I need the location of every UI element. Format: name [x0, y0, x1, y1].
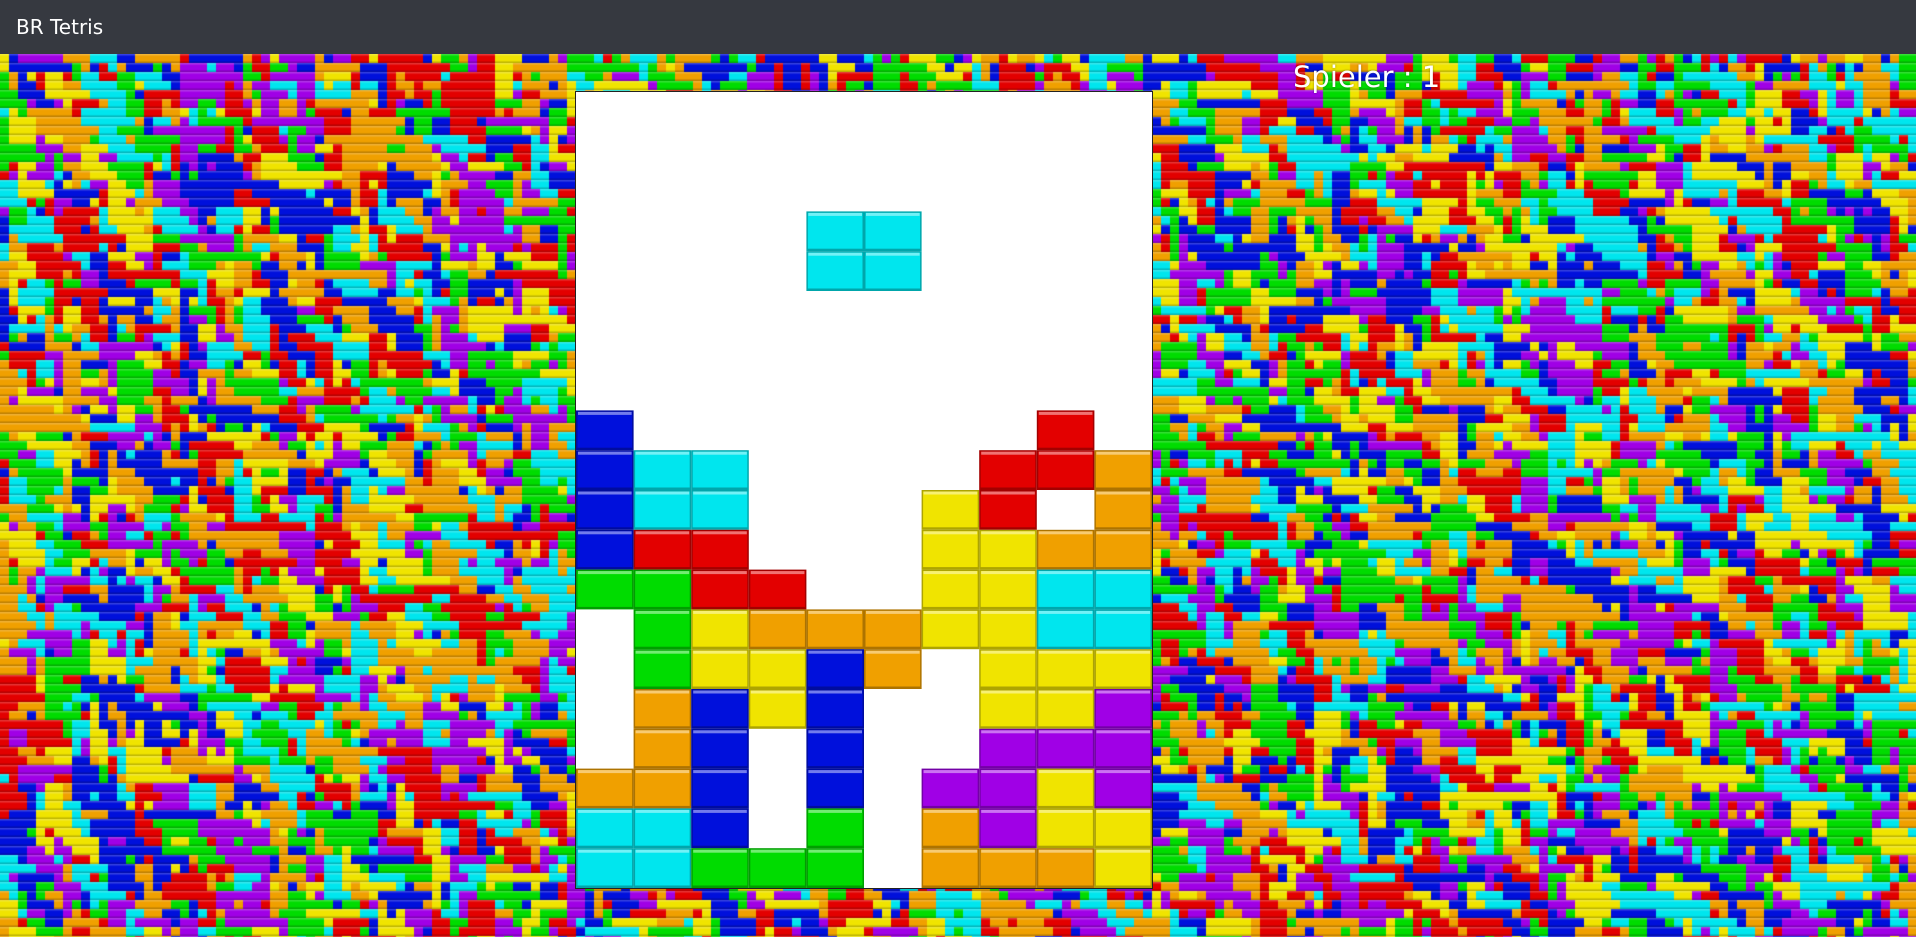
stack-block [806, 609, 864, 650]
stack-block [633, 490, 692, 530]
stack-block [691, 848, 749, 888]
stack-block [576, 490, 634, 530]
stack-block [864, 609, 922, 650]
stack-block [1094, 808, 1152, 849]
stack-block [806, 768, 864, 809]
stack-block [806, 848, 864, 888]
stack-block [1094, 450, 1152, 490]
stack-block [1036, 808, 1095, 849]
stack-block [1036, 609, 1095, 650]
stack-block [1036, 689, 1095, 729]
stack-block [979, 450, 1037, 490]
game-window: BR Tetris Spieler : 1 [0, 0, 1916, 937]
stack-block [979, 609, 1037, 650]
stack-block [1094, 490, 1152, 530]
stack-block [921, 490, 980, 530]
stack-block [633, 689, 692, 729]
stack-block [1036, 450, 1095, 490]
stack-block [921, 768, 980, 809]
stack-block [1036, 410, 1095, 451]
stack-block [1036, 768, 1095, 809]
stack-block [691, 490, 749, 530]
stack-block [633, 529, 692, 570]
stack-block [1036, 728, 1095, 769]
stack-block [691, 728, 749, 769]
stack-block [921, 609, 980, 650]
stack-block [864, 649, 922, 689]
stack-block [979, 529, 1037, 570]
stack-block [979, 490, 1037, 530]
stack-block [748, 649, 807, 689]
stack-block [1036, 848, 1095, 888]
stack-block [1094, 768, 1152, 809]
active-piece-block [806, 251, 864, 291]
stack-block [691, 609, 749, 650]
stack-block [633, 848, 692, 888]
stack-block [576, 768, 634, 809]
player-indicator: Spieler : 1 [1293, 60, 1441, 94]
stack-block [691, 808, 749, 849]
stack-block [979, 569, 1037, 610]
stack-block [748, 848, 807, 888]
stack-block [633, 450, 692, 490]
stack-block [691, 649, 749, 689]
stack-block [979, 689, 1037, 729]
stack-block [691, 689, 749, 729]
stack-block [576, 410, 634, 451]
stack-block [576, 808, 634, 849]
stack-block [691, 450, 749, 490]
title-bar: BR Tetris [0, 0, 1916, 54]
active-piece-block [864, 251, 922, 291]
stack-block [979, 808, 1037, 849]
stack-block [1094, 728, 1152, 769]
board-grid [576, 211, 1152, 888]
game-board[interactable] [576, 92, 1152, 888]
stack-block [691, 569, 749, 610]
stack-block [633, 609, 692, 650]
stack-block [748, 569, 807, 610]
stack-block [1094, 529, 1152, 570]
stack-block [1094, 569, 1152, 610]
stack-block [921, 569, 980, 610]
stack-block [748, 689, 807, 729]
stack-block [1094, 609, 1152, 650]
stack-block [633, 649, 692, 689]
stack-block [576, 848, 634, 888]
stack-block [576, 529, 634, 570]
stack-block [576, 450, 634, 490]
stack-block [633, 728, 692, 769]
stack-block [691, 768, 749, 809]
stack-block [1094, 848, 1152, 888]
stack-block [979, 848, 1037, 888]
stack-block [576, 569, 634, 610]
stack-block [1036, 529, 1095, 570]
app-title: BR Tetris [16, 15, 104, 39]
stack-block [806, 649, 864, 689]
stack-block [979, 649, 1037, 689]
stack-block [806, 728, 864, 769]
stack-block [1036, 649, 1095, 689]
stack-block [921, 529, 980, 570]
stack-block [1094, 689, 1152, 729]
stack-block [1036, 569, 1095, 610]
stack-block [921, 848, 980, 888]
stack-block [633, 808, 692, 849]
stack-block [921, 808, 980, 849]
stack-block [979, 768, 1037, 809]
stack-block [633, 569, 692, 610]
stack-block [806, 689, 864, 729]
active-piece-block [806, 211, 864, 252]
stack-block [979, 728, 1037, 769]
active-piece-block [864, 211, 922, 252]
stack-block [806, 808, 864, 849]
stack-block [748, 609, 807, 650]
stack-block [1094, 649, 1152, 689]
stack-block [691, 529, 749, 570]
stack-block [633, 768, 692, 809]
